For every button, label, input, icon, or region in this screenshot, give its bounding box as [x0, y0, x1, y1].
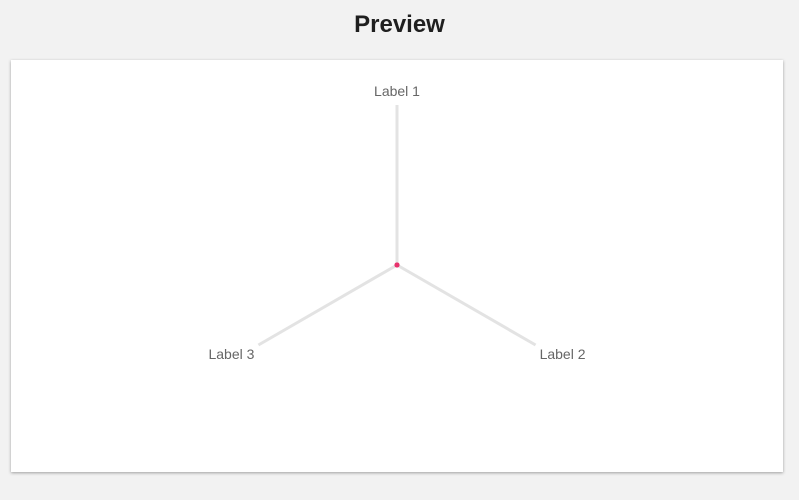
radar-axes — [257, 105, 537, 347]
page-title: Preview — [354, 11, 445, 38]
radar-chart: Label 1 Label 2 Label 3 — [208, 83, 586, 362]
radar-axis-line — [257, 263, 398, 347]
preview-card: Label 1 Label 2 Label 3 — [11, 60, 783, 472]
radar-axis-label: Label 3 — [208, 346, 254, 362]
radar-axis-label: Label 1 — [374, 83, 420, 99]
radar-axis-label: Label 2 — [540, 346, 586, 362]
radar-points — [394, 262, 400, 268]
radar-data-point — [394, 262, 400, 268]
radar-axis-line — [396, 263, 537, 347]
